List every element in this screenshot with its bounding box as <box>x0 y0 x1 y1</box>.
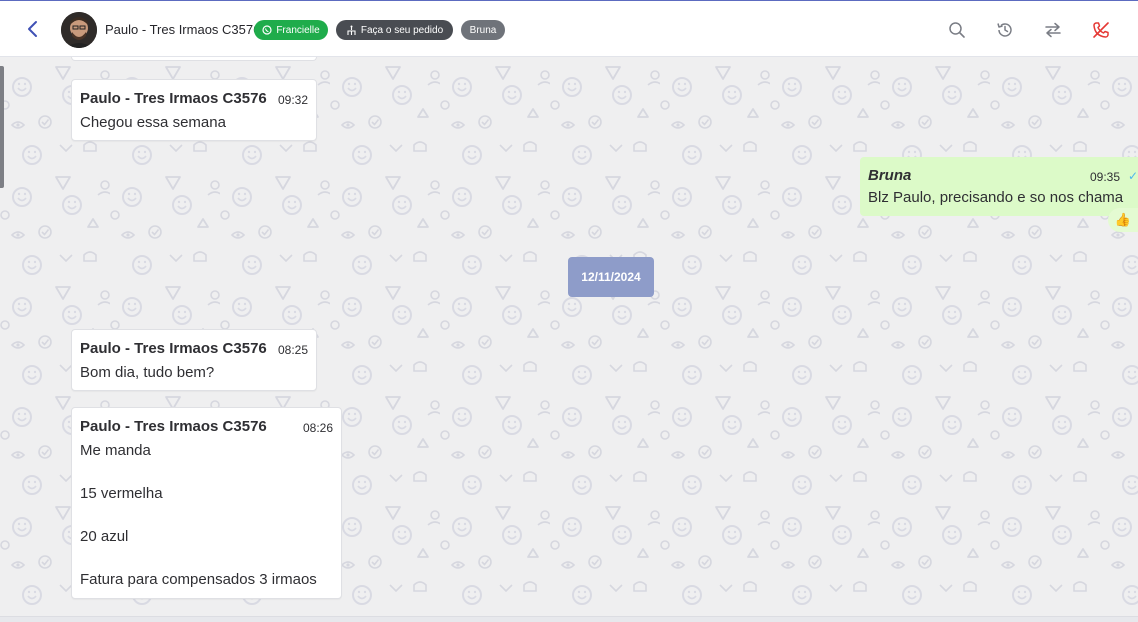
message-sender: Paulo - Tres Irmaos C3576 <box>80 418 267 435</box>
message-text: Me manda 15 vermelha 20 azul Fatura para… <box>80 442 317 588</box>
back-button[interactable] <box>22 18 44 40</box>
message-text: Chegou essa semana <box>80 114 226 131</box>
message-bubble-incoming[interactable]: Paulo - Tres Irmaos C3576 08:25 Bom dia,… <box>71 329 317 391</box>
channel-badge-label: Francielle <box>276 24 320 36</box>
message-bubble-outgoing[interactable]: Bruna 09:35 ✓ Blz Paulo, precisando e so… <box>860 157 1138 216</box>
agent-badge[interactable]: Bruna <box>461 20 505 40</box>
chat-header: Paulo - Tres Irmaos C3576 Francielle Faç… <box>0 0 1138 57</box>
transfer-button[interactable] <box>1041 18 1065 42</box>
order-badge-label: Faça o seu pedido <box>360 24 444 36</box>
order-badge[interactable]: Faça o seu pedido <box>336 20 453 40</box>
message-bubble-incoming[interactable]: Paulo - Tres Irmaos C3576 08:26 Me manda… <box>71 407 342 599</box>
history-icon <box>997 23 1012 37</box>
avatar[interactable] <box>61 12 97 48</box>
flow-icon <box>347 25 356 35</box>
chevron-left-icon <box>28 21 37 37</box>
whatsapp-icon <box>262 25 272 35</box>
message-time: 08:26 <box>302 421 333 435</box>
message-bubble-incoming[interactable]: Paulo - Tres Irmaos C3576 09:32 Chegou e… <box>71 79 317 141</box>
date-separator: 12/11/2024 <box>568 257 654 297</box>
message-sender: Paulo - Tres Irmaos C3576 <box>80 340 267 357</box>
search-icon <box>949 22 965 38</box>
hangup-icon <box>1093 22 1109 38</box>
avatar-image <box>61 12 97 48</box>
composer-bar-edge <box>0 616 1138 622</box>
agent-badge-label: Bruna <box>469 24 497 36</box>
message-text: Bom dia, tudo bem? <box>80 364 215 381</box>
contact-name[interactable]: Paulo - Tres Irmaos C3576 <box>105 22 260 37</box>
reaction-badge[interactable]: 👍 <box>1108 208 1138 232</box>
thumbs-up-icon: 👍 <box>1114 212 1132 227</box>
history-button[interactable] <box>993 18 1017 42</box>
message-sender: Paulo - Tres Irmaos C3576 <box>80 90 267 107</box>
channel-badge[interactable]: Francielle <box>254 20 328 40</box>
hangup-button[interactable] <box>1089 18 1113 42</box>
message-time: 09:35 <box>1090 170 1121 184</box>
message-time: 08:25 <box>277 343 308 357</box>
search-button[interactable] <box>945 18 969 42</box>
message-text: Blz Paulo, precisando e so nos chama <box>868 189 1124 206</box>
previous-message-bubble <box>71 57 317 61</box>
read-check-icon: ✓ <box>1128 169 1138 183</box>
message-time: 09:32 <box>277 93 308 107</box>
transfer-icon <box>1045 22 1061 38</box>
side-scroll-handle[interactable] <box>0 66 4 188</box>
chat-area[interactable]: Paulo - Tres Irmaos C3576 09:32 Chegou e… <box>0 57 1138 616</box>
